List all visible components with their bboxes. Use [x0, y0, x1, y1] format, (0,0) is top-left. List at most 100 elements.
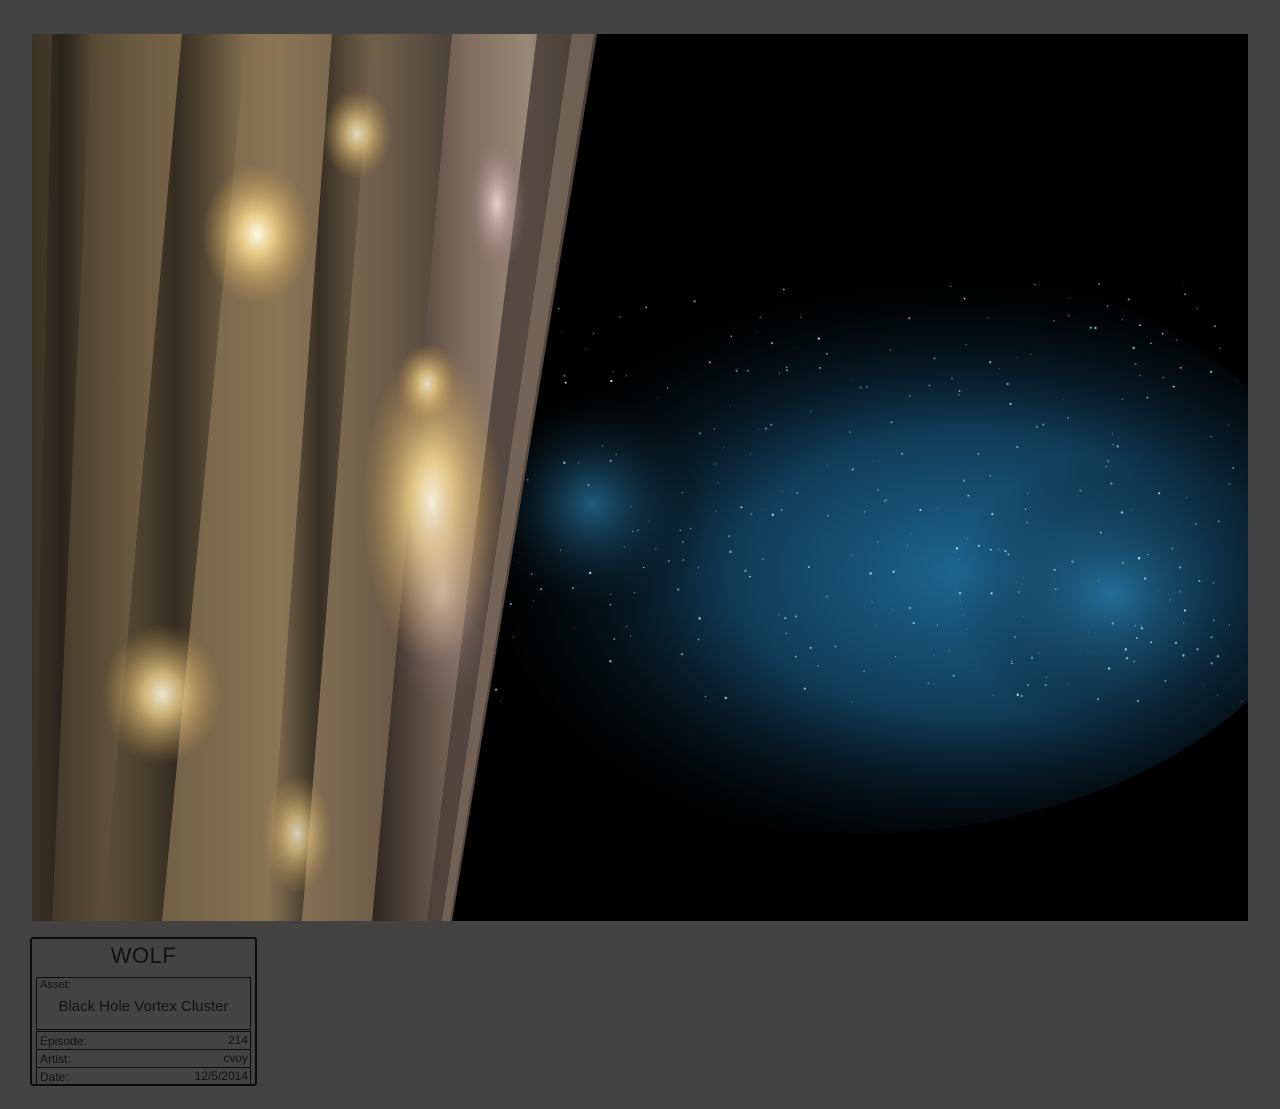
star — [927, 682, 929, 685]
star — [697, 638, 700, 641]
star — [795, 615, 797, 618]
star — [689, 527, 692, 530]
star — [909, 395, 911, 397]
star — [1087, 652, 1089, 654]
star — [1147, 553, 1149, 556]
star — [950, 285, 952, 288]
star — [1146, 396, 1149, 399]
star — [1134, 362, 1137, 365]
star — [1094, 326, 1097, 330]
asset-value: Black Hole Vortex Cluster — [58, 998, 229, 1015]
star — [794, 655, 797, 658]
star — [998, 367, 1000, 369]
star — [1097, 698, 1099, 701]
star — [717, 482, 719, 484]
star — [937, 507, 939, 510]
star — [883, 500, 886, 502]
star — [1035, 425, 1039, 429]
star — [1185, 497, 1187, 499]
star — [1121, 561, 1124, 564]
star — [1125, 657, 1129, 660]
star — [558, 307, 560, 310]
star — [966, 627, 968, 629]
star — [709, 701, 711, 703]
star — [609, 459, 612, 462]
star — [697, 566, 700, 569]
star — [987, 316, 990, 319]
star — [1179, 566, 1182, 569]
star — [698, 617, 701, 620]
star — [1105, 466, 1107, 468]
star — [991, 512, 994, 516]
star — [819, 366, 821, 369]
star — [1169, 599, 1172, 601]
star — [1182, 654, 1185, 657]
star — [962, 479, 966, 482]
star — [736, 368, 738, 370]
light-burst — [262, 774, 332, 894]
star — [1172, 385, 1175, 388]
star — [762, 509, 764, 510]
star — [1053, 568, 1056, 572]
star — [859, 386, 862, 389]
star — [1130, 509, 1132, 511]
star — [826, 465, 828, 467]
star — [1107, 460, 1109, 462]
star — [771, 513, 774, 516]
star — [1198, 579, 1201, 582]
star — [803, 687, 807, 690]
star — [955, 547, 959, 550]
star — [936, 624, 938, 626]
light-burst — [202, 164, 312, 304]
star — [1067, 684, 1069, 686]
star — [540, 588, 543, 591]
star — [1120, 511, 1124, 514]
star — [679, 529, 682, 532]
star — [1140, 627, 1144, 630]
star — [571, 587, 575, 590]
star — [1016, 581, 1018, 583]
star — [609, 593, 612, 596]
star — [625, 626, 628, 628]
star — [681, 492, 683, 494]
star — [609, 660, 612, 663]
star — [912, 621, 915, 625]
star — [1044, 684, 1047, 687]
star — [631, 530, 634, 533]
star — [630, 506, 632, 508]
star — [682, 541, 684, 543]
star — [826, 595, 828, 598]
star — [698, 432, 702, 435]
star — [871, 601, 873, 603]
star — [1174, 641, 1178, 644]
star — [1217, 520, 1220, 523]
star — [863, 670, 866, 673]
star — [1017, 591, 1020, 594]
star — [722, 447, 724, 449]
star — [908, 317, 911, 320]
star — [601, 445, 604, 447]
light-burst — [102, 624, 222, 764]
star — [1121, 319, 1123, 321]
star — [785, 632, 787, 634]
star — [668, 560, 670, 562]
star — [1196, 308, 1198, 310]
star — [933, 654, 935, 656]
star — [967, 494, 970, 497]
star — [1164, 680, 1167, 682]
star — [512, 636, 514, 638]
star — [517, 562, 519, 564]
star — [1144, 577, 1147, 580]
star — [817, 665, 819, 667]
star — [1232, 467, 1235, 469]
star — [1022, 615, 1024, 617]
star — [532, 600, 535, 602]
star — [1212, 619, 1215, 622]
star — [1111, 433, 1113, 435]
star — [1011, 660, 1013, 662]
artist-value: cvoy — [223, 1051, 248, 1065]
pink-glow — [467, 134, 527, 274]
star — [1068, 297, 1070, 299]
star — [1182, 284, 1184, 286]
star — [977, 544, 980, 547]
